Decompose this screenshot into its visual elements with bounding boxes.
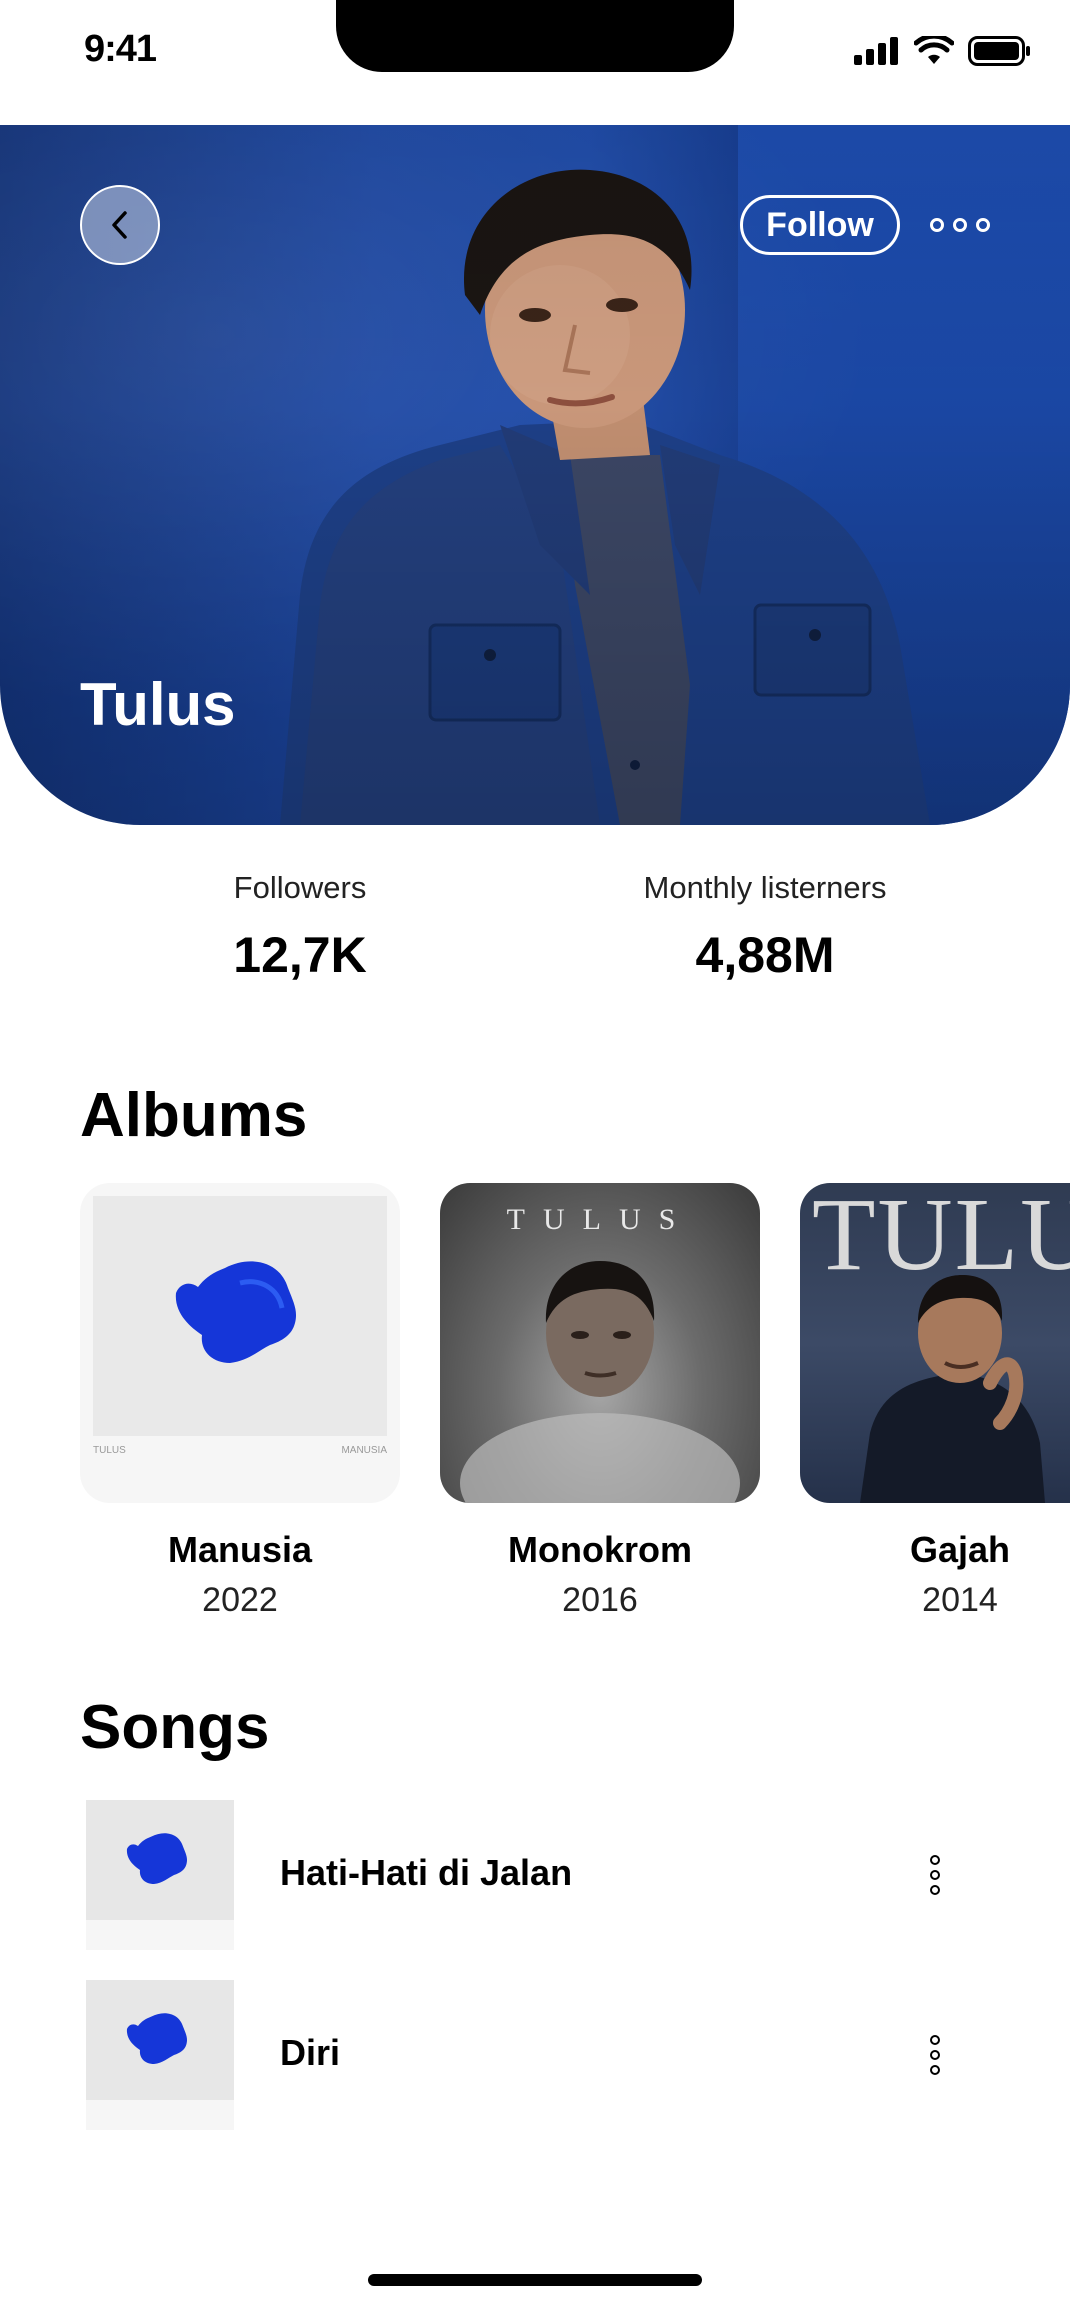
chevron-left-icon bbox=[112, 211, 127, 239]
more-options-button[interactable] bbox=[930, 207, 990, 243]
cover-portrait bbox=[460, 1261, 740, 1503]
more-dot-icon bbox=[930, 218, 944, 232]
vertical-dot-icon bbox=[930, 2065, 940, 2075]
status-bar: 9:41 bbox=[0, 0, 1070, 125]
vertical-dot-icon bbox=[930, 1855, 940, 1865]
status-icons bbox=[854, 36, 1032, 66]
song-title: Hati-Hati di Jalan bbox=[280, 1852, 573, 1893]
albums-carousel[interactable]: TULUS MANUSIA Manusia 2022 TULUS Monokro… bbox=[80, 1183, 1070, 1623]
vertical-dot-icon bbox=[930, 2035, 940, 2045]
album-cover-manusia: TULUS MANUSIA bbox=[80, 1183, 400, 1503]
song-thumbnail bbox=[86, 1980, 234, 2130]
album-card[interactable]: TULUS Gajah 2014 bbox=[800, 1183, 1070, 1620]
back-button[interactable] bbox=[80, 185, 160, 265]
wifi-icon bbox=[914, 36, 954, 64]
followers-stat: Followers 12,7K bbox=[180, 870, 420, 984]
album-title: Monokrom bbox=[508, 1529, 692, 1570]
song-row[interactable]: Hati-Hati di Jalan bbox=[80, 1800, 990, 1950]
monthly-listeners-stat: Monthly listerners 4,88M bbox=[610, 870, 920, 984]
follow-button[interactable]: Follow bbox=[740, 195, 900, 255]
artist-name: Tulus bbox=[80, 671, 236, 738]
followers-value: 12,7K bbox=[233, 927, 367, 983]
status-time: 9:41 bbox=[84, 28, 157, 70]
song-row[interactable]: Diri bbox=[80, 1980, 990, 2130]
song-thumbnail bbox=[86, 1800, 234, 1950]
cover-foot: TULUS MANUSIA bbox=[93, 1445, 387, 1456]
blue-sculpture-face-icon bbox=[175, 1261, 297, 1363]
vertical-dot-icon bbox=[930, 1885, 940, 1895]
songs-heading: Songs bbox=[80, 1693, 270, 1762]
album-cover-gajah: TULUS bbox=[800, 1183, 1070, 1503]
album-card[interactable]: TULUS Monokrom 2016 bbox=[440, 1183, 760, 1620]
monthly-listeners-value: 4,88M bbox=[695, 927, 835, 983]
album-cover-monokrom: TULUS bbox=[440, 1183, 760, 1503]
song-options-button[interactable] bbox=[920, 2035, 950, 2075]
followers-label: Followers bbox=[233, 870, 367, 905]
album-year: 2016 bbox=[562, 1581, 638, 1619]
cover-foot-left: TULUS bbox=[93, 1445, 126, 1456]
artist-hero: Follow Tulus bbox=[0, 125, 1070, 825]
cellular-signal-icon bbox=[854, 37, 898, 65]
song-options-button[interactable] bbox=[920, 1855, 950, 1895]
vertical-dot-icon bbox=[930, 2050, 940, 2060]
album-title: Manusia bbox=[167, 1529, 313, 1570]
album-year: 2022 bbox=[202, 1581, 278, 1619]
album-title: Gajah bbox=[909, 1529, 1011, 1570]
cover-portrait bbox=[860, 1275, 1045, 1503]
albums-heading: Albums bbox=[80, 1081, 308, 1150]
album-card[interactable]: TULUS MANUSIA Manusia 2022 bbox=[80, 1183, 400, 1620]
battery-icon bbox=[968, 36, 1030, 66]
more-dot-icon bbox=[953, 218, 967, 232]
blue-sculpture-face-icon bbox=[126, 1833, 188, 1884]
blue-sculpture-face-icon bbox=[126, 2013, 188, 2064]
home-indicator[interactable] bbox=[368, 2274, 702, 2286]
album-year: 2014 bbox=[922, 1581, 998, 1619]
more-dot-icon bbox=[976, 218, 990, 232]
monthly-listeners-label: Monthly listerners bbox=[643, 870, 887, 905]
device-notch bbox=[336, 0, 734, 72]
cover-foot-right: MANUSIA bbox=[341, 1445, 387, 1456]
vertical-dot-icon bbox=[930, 1870, 940, 1880]
song-title: Diri bbox=[280, 2032, 341, 2073]
